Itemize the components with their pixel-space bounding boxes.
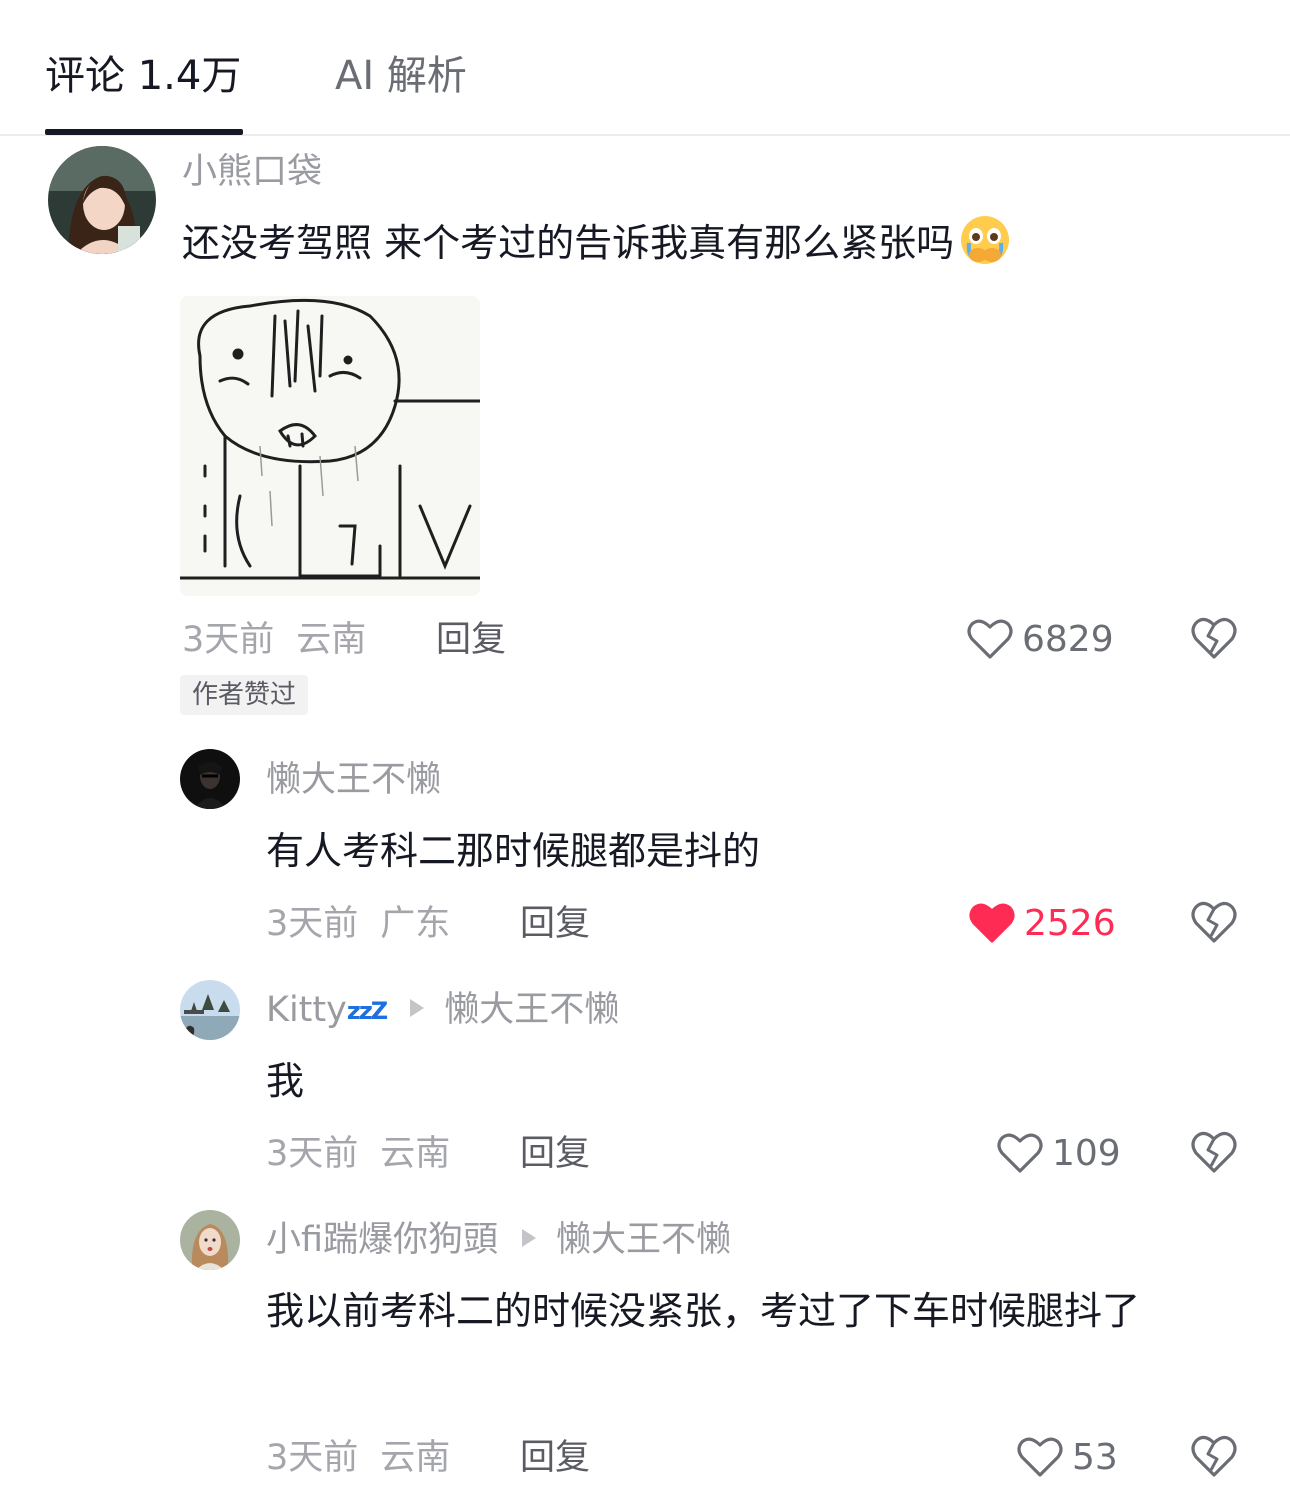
- active-tab-indicator: [45, 129, 243, 135]
- like-button[interactable]: 53: [1016, 1432, 1118, 1482]
- tab-ai-analysis[interactable]: AI 解析: [335, 50, 467, 102]
- sticker-image[interactable]: [180, 296, 480, 596]
- comment-meta: 3天前 云南: [266, 1436, 450, 1480]
- reply-arrow-icon: [522, 1229, 537, 1247]
- heart-outline-icon: [967, 619, 1013, 659]
- heart-filled-icon: [969, 903, 1015, 943]
- reply-arrow-icon: [410, 999, 425, 1017]
- comment-time: 3天前: [266, 1134, 359, 1174]
- broken-heart-icon: [1191, 1131, 1237, 1173]
- like-button[interactable]: 2526: [968, 898, 1116, 948]
- comment-location: 云南: [380, 1438, 451, 1478]
- reply-button[interactable]: 回复: [520, 902, 590, 946]
- comment-meta: 3天前 云南: [266, 1132, 450, 1176]
- like-button[interactable]: 6829: [966, 614, 1114, 664]
- comment-username: 小fi踹爆你狗頭 懒大王不懒: [266, 1218, 731, 1262]
- reply-button[interactable]: 回复: [436, 618, 506, 662]
- avatar[interactable]: [180, 1210, 240, 1270]
- broken-heart-icon: [1191, 617, 1237, 659]
- tab-comments[interactable]: 评论 1.4万: [45, 50, 241, 102]
- comment-meta: 3天前 云南: [182, 618, 366, 662]
- zzz-icon: zzZ: [346, 997, 388, 1025]
- avatar[interactable]: [180, 749, 240, 809]
- comment-text: 有人考科二那时候腿都是抖的: [266, 829, 761, 873]
- broken-heart-icon: [1191, 901, 1237, 943]
- comment-location: 云南: [380, 1134, 451, 1174]
- comment-time: 3天前: [266, 1438, 359, 1478]
- comment-username-name[interactable]: 小fi踹爆你狗頭: [266, 1220, 498, 1260]
- comment-text: 还没考驾照 来个考过的告诉我真有那么紧张吗: [182, 208, 1242, 278]
- like-button[interactable]: 109: [996, 1128, 1121, 1178]
- heart-outline-icon: [997, 1133, 1043, 1173]
- like-count: 53: [1072, 1436, 1118, 1478]
- comment-location: 云南: [296, 620, 367, 660]
- comment-username-name[interactable]: Kitty: [266, 990, 347, 1030]
- broken-heart-icon: [1191, 1435, 1237, 1477]
- comment-meta: 3天前 广东: [266, 902, 450, 946]
- like-count: 109: [1052, 1132, 1121, 1174]
- heart-outline-icon: [1017, 1437, 1063, 1477]
- crying-face-emoji-icon: [958, 213, 1012, 267]
- comment-username[interactable]: 懒大王不懒: [266, 758, 441, 802]
- avatar[interactable]: [180, 980, 240, 1040]
- comment-tabs: 评论 1.4万 AI 解析: [0, 0, 1290, 136]
- avatar[interactable]: [48, 146, 156, 254]
- comment-text: 我: [266, 1059, 305, 1103]
- comment-text-content: 还没考驾照 来个考过的告诉我真有那么紧张吗: [182, 221, 955, 265]
- like-count: 2526: [1024, 902, 1116, 944]
- comment-text: 我以前考科二的时候没紧张，考过了下车时候腿抖了: [266, 1289, 1141, 1333]
- like-count: 6829: [1022, 618, 1114, 660]
- comment-username: KittyzzZ 懒大王不懒: [266, 988, 619, 1033]
- reply-to-username[interactable]: 懒大王不懒: [556, 1220, 731, 1260]
- dislike-button[interactable]: [1190, 1128, 1238, 1176]
- reply-to-username[interactable]: 懒大王不懒: [444, 990, 619, 1030]
- dislike-button[interactable]: [1190, 898, 1238, 946]
- author-liked-badge: 作者赞过: [180, 675, 309, 715]
- dislike-button[interactable]: [1190, 1432, 1238, 1480]
- comment-username[interactable]: 小熊口袋: [182, 150, 322, 194]
- comment-location: 广东: [380, 904, 451, 944]
- comment-time: 3天前: [266, 904, 359, 944]
- dislike-button[interactable]: [1190, 614, 1238, 662]
- reply-button[interactable]: 回复: [520, 1436, 590, 1480]
- comment-time: 3天前: [182, 620, 275, 660]
- reply-button[interactable]: 回复: [520, 1132, 590, 1176]
